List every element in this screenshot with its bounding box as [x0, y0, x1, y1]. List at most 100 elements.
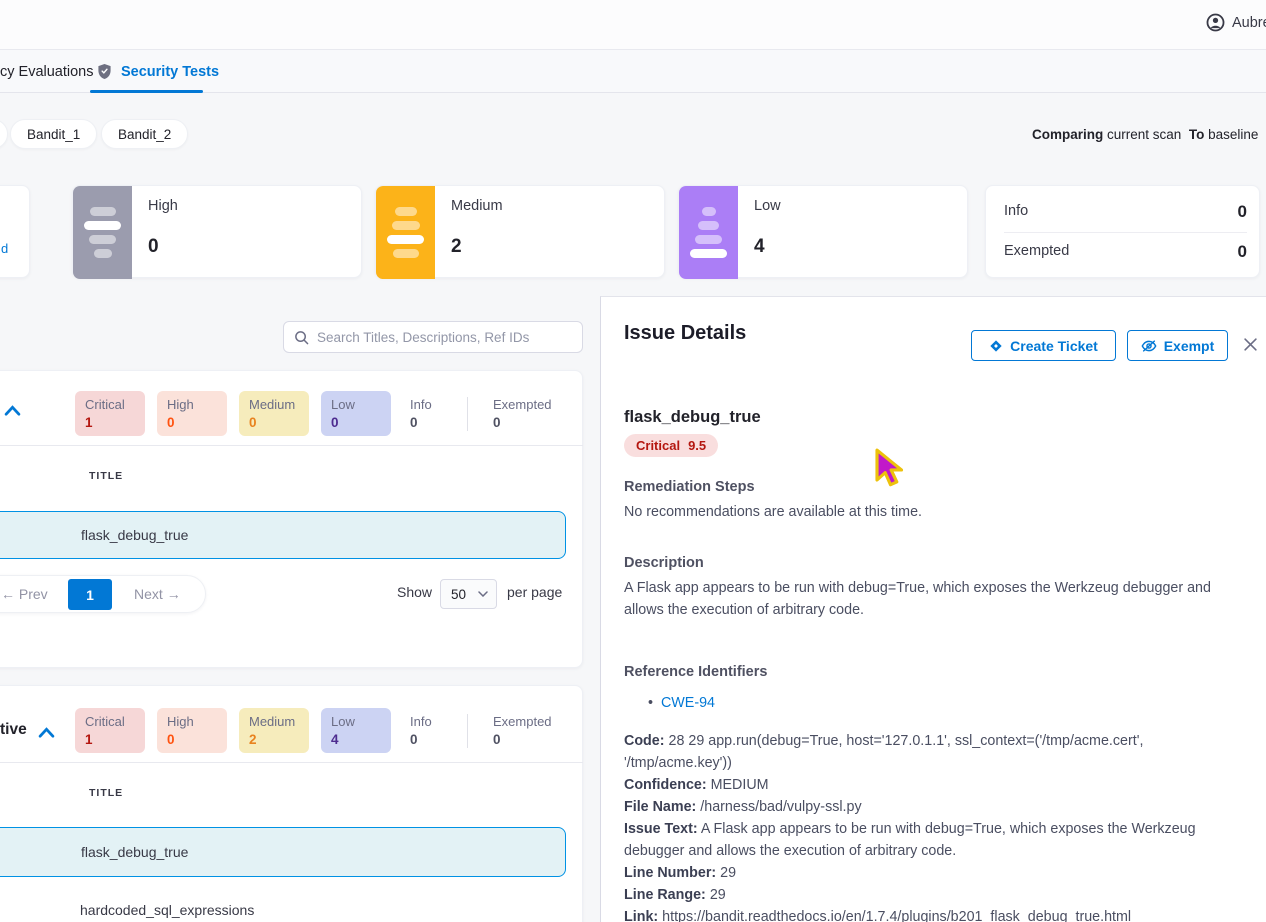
pill-label: High	[167, 397, 227, 412]
compare-to-label: To	[1189, 127, 1205, 142]
filter-pill-critical[interactable]: Critical 1	[75, 391, 145, 436]
description-heading: Description	[624, 555, 704, 571]
filter-pill-exempted[interactable]: Exempted 0	[483, 391, 563, 436]
compare-current: current scan	[1107, 127, 1181, 142]
severity-card-low[interactable]: Low 4	[678, 185, 968, 278]
chevron-up-icon[interactable]	[38, 726, 55, 739]
severity-card-medium[interactable]: Medium 2	[375, 185, 665, 278]
chevron-up-icon[interactable]	[4, 404, 21, 417]
filter-pill-high[interactable]: High 0	[157, 391, 227, 436]
top-bar	[0, 0, 1266, 50]
compare-label: Comparing	[1032, 127, 1103, 142]
exempted-label: Exempted	[1004, 243, 1069, 259]
field-label: Code:	[624, 733, 665, 749]
tab-security-tests[interactable]: Security Tests	[97, 63, 219, 80]
scanner-chip-bandit1[interactable]: Bandit_1	[10, 119, 97, 149]
pill-label: Critical	[85, 714, 145, 729]
issue-row-title: flask_debug_true	[81, 527, 188, 543]
panel-title: Issue Details	[624, 322, 746, 345]
issue-row[interactable]: hardcoded_sql_expressions	[0, 886, 566, 922]
create-ticket-label: Create Ticket	[1010, 338, 1098, 354]
severity-card-value: 2	[451, 236, 462, 258]
severity-badge: Critical 9.5	[624, 434, 718, 457]
pill-label: Info	[410, 714, 470, 729]
pill-label: High	[167, 714, 227, 729]
exempt-button[interactable]: Exempt	[1127, 330, 1228, 361]
filter-pill-low[interactable]: Low 0	[321, 391, 391, 436]
pill-label: Medium	[249, 714, 309, 729]
user-icon	[1206, 13, 1225, 32]
next-label: Next	[134, 586, 163, 602]
pill-count: 0	[331, 415, 391, 430]
issue-fields: Code: 28 29 app.run(debug=True, host='12…	[624, 730, 1252, 922]
search-icon	[294, 330, 309, 345]
references-heading: Reference Identifiers	[624, 664, 767, 680]
filter-pill-critical[interactable]: Critical 1	[75, 708, 145, 753]
filter-pill-medium[interactable]: Medium 0	[239, 391, 309, 436]
tab-policy-evaluations[interactable]: cy Evaluations	[0, 64, 94, 80]
field-line-range: Line Range: 29	[624, 884, 1252, 906]
clipped-link-fragment: d	[1, 241, 8, 256]
issue-row[interactable]: flask_debug_true	[0, 827, 566, 877]
column-header-title: TITLE	[89, 470, 123, 482]
info-label: Info	[1004, 203, 1028, 219]
severity-bars-icon	[679, 186, 738, 279]
chip-label: Bandit_2	[118, 127, 171, 142]
pill-label: Info	[410, 397, 470, 412]
pill-count: 0	[167, 415, 227, 430]
user-name: Aubre	[1232, 15, 1266, 31]
field-label: Issue Text:	[624, 821, 698, 837]
pill-count: 4	[331, 732, 391, 747]
severity-card-partial[interactable]: d	[0, 185, 30, 278]
pagination: ← Prev 1 Next →	[0, 575, 206, 613]
filter-pill-info[interactable]: Info 0	[400, 391, 470, 436]
exempted-value: 0	[1238, 242, 1247, 262]
page-size-select[interactable]: 50	[440, 579, 497, 609]
filter-pill-medium[interactable]: Medium 2	[239, 708, 309, 753]
field-code: Code: 28 29 app.run(debug=True, host='12…	[624, 730, 1252, 774]
search-input[interactable]	[317, 330, 572, 345]
next-arrow-icon: →	[167, 586, 181, 602]
close-icon[interactable]	[1240, 334, 1260, 354]
pill-count: 1	[85, 732, 145, 747]
filter-pill-exempted[interactable]: Exempted 0	[483, 708, 563, 753]
pill-divider	[467, 714, 468, 748]
field-label: Line Number:	[624, 865, 716, 881]
pill-label: Low	[331, 397, 391, 412]
card-divider	[0, 445, 583, 446]
pill-label: Critical	[85, 397, 145, 412]
severity-bars-icon	[73, 186, 132, 279]
info-exempted-card[interactable]: Info 0 Exempted 0	[985, 185, 1260, 278]
severity-card-high[interactable]: High 0	[72, 185, 362, 278]
field-issue-text: Issue Text: A Flask app appears to be ru…	[624, 818, 1252, 862]
per-page-label: per page	[507, 584, 562, 600]
filter-pill-high[interactable]: High 0	[157, 708, 227, 753]
next-page-button[interactable]: Next →	[134, 576, 181, 612]
card-divider	[0, 762, 583, 763]
compare-status: Comparing current scan To baseline	[1032, 127, 1258, 142]
field-value: 29	[720, 865, 736, 881]
severity-card-label: Medium	[451, 198, 503, 214]
cwe-link[interactable]: CWE-94	[661, 695, 715, 711]
user-menu[interactable]: Aubre	[1206, 13, 1266, 32]
reference-list-item: • CWE-94	[648, 695, 715, 711]
filter-pill-info[interactable]: Info 0	[400, 708, 470, 753]
exempt-label: Exempt	[1164, 338, 1215, 354]
severity-card-label: Low	[754, 198, 781, 214]
create-ticket-button[interactable]: Create Ticket	[971, 330, 1116, 361]
filter-pill-low[interactable]: Low 4	[321, 708, 391, 753]
page-number-button[interactable]: 1	[68, 579, 112, 610]
issue-row-title: hardcoded_sql_expressions	[80, 902, 254, 918]
field-link: Link: https://bandit.readthedocs.io/en/1…	[624, 906, 1252, 922]
pill-label: Exempted	[493, 397, 563, 412]
info-value: 0	[1238, 202, 1247, 222]
field-label: Line Range:	[624, 887, 706, 903]
scanner-chip-partial[interactable]	[0, 119, 8, 149]
prev-page-button[interactable]: ← Prev	[1, 576, 48, 612]
scanner-chip-bandit2[interactable]: Bandit_2	[101, 119, 188, 149]
security-tests-page: Aubre cy Evaluations Security Tests Band…	[0, 0, 1266, 922]
exempt-icon	[1141, 339, 1157, 353]
issue-row[interactable]: flask_debug_true	[0, 511, 566, 559]
pill-count: 0	[410, 732, 470, 747]
field-value: 28 29 app.run(debug=True, host='127.0.1.…	[624, 733, 1143, 771]
